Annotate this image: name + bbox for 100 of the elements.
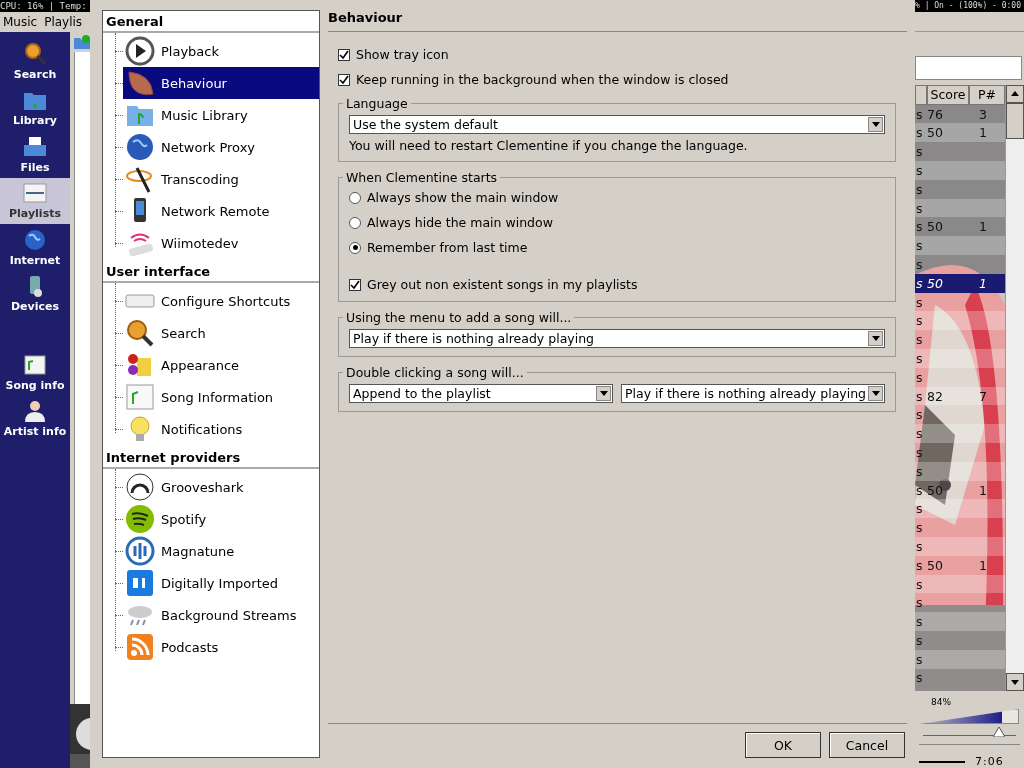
column-header[interactable]: P#: [969, 84, 1005, 105]
playlist-row[interactable]: s: [915, 179, 1005, 199]
playlist-row[interactable]: s: [915, 518, 1005, 537]
sidebar-tab[interactable]: Devices: [0, 270, 70, 317]
checkbox[interactable]: [349, 278, 361, 291]
table-cell: s: [916, 200, 923, 216]
playlist-row[interactable]: s: [915, 537, 1005, 556]
table-cell: s: [916, 576, 923, 592]
radio-button[interactable]: [349, 216, 361, 229]
playlist-row[interactable]: s: [915, 255, 1005, 274]
arrow-down-icon: [871, 391, 880, 396]
table-cell: s: [916, 219, 923, 235]
slider-handle-icon[interactable]: [993, 727, 1006, 737]
scrollbar[interactable]: [1005, 84, 1024, 691]
table-cell: 76: [927, 106, 943, 122]
sidebar-tab[interactable]: Playlists: [0, 177, 70, 224]
dropdown[interactable]: Use the system default: [349, 115, 885, 134]
playlist-row[interactable]: s: [915, 198, 1005, 218]
playlist-row[interactable]: s: [915, 161, 1005, 180]
playlist-row[interactable]: s: [915, 292, 1005, 312]
playlist-row[interactable]: s 50 1: [915, 555, 1005, 575]
scroll-up-button[interactable]: [1006, 84, 1024, 103]
scroll-down-button[interactable]: [1006, 673, 1024, 691]
group-title: Using the menu to add a song will...: [345, 310, 573, 325]
document-icon: [22, 352, 48, 377]
table-cell: s: [916, 538, 923, 554]
sidebar-tab[interactable]: Song info: [0, 349, 70, 396]
dropdown[interactable]: Play if there is nothing already playing: [621, 384, 885, 403]
playlist-row[interactable]: s 76 3: [915, 104, 1005, 124]
table-cell: s: [916, 332, 923, 348]
sidebar-tab[interactable]: Search: [0, 38, 70, 85]
table-cell: 50: [927, 557, 943, 573]
table-cell: s: [916, 670, 923, 686]
table-cell: s: [916, 162, 923, 178]
bars-icon: [125, 536, 155, 566]
ok-button[interactable]: OK: [745, 732, 821, 758]
sidebar-tab[interactable]: Library: [0, 84, 70, 131]
playlist-row[interactable]: s 50 1: [915, 123, 1005, 143]
dropdown-value: Play if there is nothing already playing: [625, 386, 867, 401]
table-cell: 1: [979, 125, 987, 141]
checkbox-label: Show tray icon: [356, 47, 449, 62]
column-header[interactable]: Score: [927, 84, 969, 105]
checkbox[interactable]: [338, 48, 350, 61]
radio-label: Remember from last time: [367, 240, 528, 255]
sidebar-tab[interactable]: Files: [0, 131, 70, 178]
radio-label: Always hide the main window: [367, 215, 553, 230]
playlist-row[interactable]: s 50 1: [915, 217, 1005, 237]
sidebar-tab[interactable]: Artist info: [0, 395, 70, 442]
table-cell: s: [916, 444, 923, 460]
scroll-thumb[interactable]: [1006, 102, 1024, 139]
globe-icon: [22, 227, 48, 252]
search-field[interactable]: [915, 55, 1022, 80]
checkbox[interactable]: [338, 73, 350, 86]
position-slider[interactable]: [923, 726, 1016, 736]
playlist-row[interactable]: s: [915, 330, 1005, 350]
menu-item[interactable]: Playlis: [44, 15, 83, 29]
table-cell: s: [916, 520, 923, 536]
column-header[interactable]: [915, 84, 927, 105]
playlist-row[interactable]: s: [915, 461, 1005, 481]
tree-heading: Internet providers: [103, 447, 319, 469]
arrow-down-icon: [599, 391, 608, 396]
playlist-row[interactable]: s: [915, 349, 1005, 368]
playlist-row[interactable]: s: [915, 631, 1005, 650]
playlist-row[interactable]: s: [915, 142, 1005, 162]
radio-button[interactable]: [349, 241, 361, 254]
playlist-row[interactable]: s: [915, 593, 1005, 613]
magnifier-icon: [22, 41, 48, 66]
playlist-row[interactable]: s: [915, 367, 1005, 387]
playlist-row[interactable]: s: [915, 668, 1005, 688]
table-cell: s: [916, 614, 923, 630]
dropdown[interactable]: Append to the playlist: [349, 384, 613, 403]
sidebar-tab[interactable]: Internet: [0, 224, 70, 271]
table-cell: s: [916, 632, 923, 648]
playlist-row[interactable]: s: [915, 649, 1005, 669]
playlist-row[interactable]: s: [915, 405, 1005, 425]
table-cell: 82: [927, 388, 943, 404]
play-icon: [125, 36, 155, 66]
playlist-row[interactable]: s: [915, 236, 1005, 256]
playlist-row[interactable]: s: [915, 311, 1005, 331]
arrow-down-icon: [871, 122, 880, 127]
fruit-slice-icon: [125, 68, 155, 98]
playlist-row[interactable]: s: [915, 574, 1005, 594]
menu-item[interactable]: Music: [3, 15, 38, 29]
playlist-row[interactable]: s: [915, 443, 1005, 462]
group-title: When Clementine starts: [345, 170, 499, 185]
radio-button[interactable]: [349, 191, 361, 204]
table-cell: s: [916, 651, 923, 667]
table-cell: s: [916, 501, 923, 517]
status-text: % | On - (100%) - 0:00: [915, 0, 1021, 12]
cancel-button[interactable]: Cancel: [829, 732, 905, 758]
arrow-down-icon: [1011, 679, 1019, 685]
table-cell: 1: [979, 219, 987, 235]
hint-text: You will need to restart Clementine if you change the language.: [349, 138, 749, 153]
playlist-row[interactable]: s 50 1: [915, 480, 1005, 500]
volume-reading: 84%: [930, 697, 952, 707]
playlist-row[interactable]: s 82 7: [915, 386, 1005, 406]
playlist-row[interactable]: s: [915, 424, 1005, 444]
dropdown[interactable]: Play if there is nothing already playing: [349, 329, 885, 348]
playlist-row[interactable]: s: [915, 499, 1005, 519]
playlist-row[interactable]: s: [915, 612, 1005, 631]
